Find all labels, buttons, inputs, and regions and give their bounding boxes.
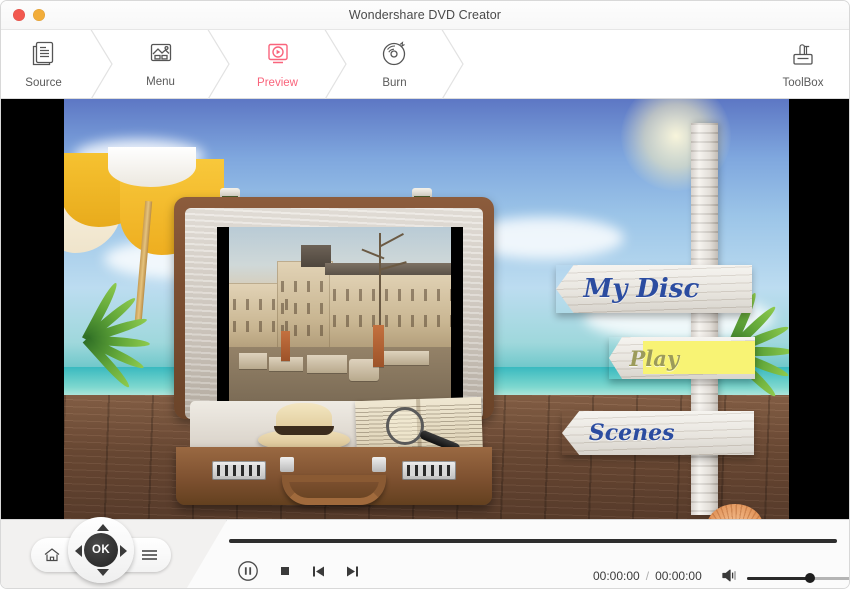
time-separator: / <box>645 569 650 583</box>
step-menu-label: Menu <box>146 76 175 88</box>
toolbox-label: ToolBox <box>782 76 824 89</box>
picture-icon <box>147 40 175 72</box>
window-controls <box>13 9 45 21</box>
straw-hat <box>258 403 350 451</box>
stop-icon[interactable] <box>278 564 292 578</box>
down-arrow-icon[interactable] <box>97 569 109 576</box>
step-toolbar: Source Menu Preview Burn ToolBox <box>1 30 849 99</box>
menu-item-play[interactable]: Play <box>609 337 755 379</box>
disc-icon <box>380 39 409 73</box>
suitcase-front <box>176 447 492 505</box>
suitcase-latch <box>212 461 266 480</box>
menu-item-scenes[interactable]: Scenes <box>562 411 754 455</box>
home-icon[interactable] <box>43 547 61 563</box>
step-separator <box>203 30 235 99</box>
preview-stage[interactable]: My Disc Play Scenes <box>1 99 849 519</box>
step-list: Source Menu Preview Burn <box>1 30 849 99</box>
step-burn-label: Burn <box>382 77 407 89</box>
volume-control[interactable] <box>721 568 849 588</box>
suitcase-base <box>176 396 492 505</box>
pause-icon[interactable] <box>237 560 259 582</box>
step-separator <box>86 30 118 99</box>
window-title: Wondershare DVD Creator <box>348 8 502 22</box>
speaker-icon[interactable] <box>721 568 738 588</box>
title-bar: Wondershare DVD Creator <box>1 1 849 30</box>
transport-controls <box>237 560 360 582</box>
time-display: 00:00:00 / 00:00:00 <box>593 569 702 583</box>
preview-screen-icon <box>264 40 292 73</box>
previous-track-icon[interactable] <box>311 564 326 579</box>
step-burn[interactable]: Burn <box>352 30 437 98</box>
video-frame-image <box>229 227 451 401</box>
menu-item-scenes-label: Scenes <box>588 420 675 446</box>
step-source-label: Source <box>25 77 62 89</box>
app-window: Wondershare DVD Creator Source Menu Prev… <box>0 0 850 589</box>
step-menu[interactable]: Menu <box>118 30 203 98</box>
volume-slider[interactable] <box>747 573 849 583</box>
next-track-icon[interactable] <box>345 564 360 579</box>
menu-item-title-label: My Disc <box>583 274 700 304</box>
step-preview[interactable]: Preview <box>235 30 320 98</box>
step-separator <box>320 30 352 99</box>
volume-fill <box>747 576 810 580</box>
ok-button[interactable]: OK <box>84 533 118 567</box>
menu-item-title[interactable]: My Disc <box>556 265 752 313</box>
suitcase-latch <box>402 461 456 480</box>
video-preview[interactable] <box>217 227 463 401</box>
documents-icon <box>30 39 57 73</box>
step-separator <box>437 30 469 99</box>
menu-item-play-label: Play <box>629 345 680 371</box>
hamburger-menu-icon[interactable] <box>140 548 159 562</box>
dvd-menu-canvas[interactable]: My Disc Play Scenes <box>64 99 789 519</box>
up-arrow-icon[interactable] <box>97 524 109 531</box>
dpad-control[interactable]: OK <box>68 517 134 583</box>
palm-frond-left <box>82 280 176 427</box>
signpost <box>691 123 718 515</box>
step-preview-label: Preview <box>257 76 298 89</box>
suitcase-lid-lining <box>185 208 483 419</box>
suitcase <box>174 188 494 505</box>
minimize-button[interactable] <box>33 9 45 21</box>
toolbox-button[interactable]: ToolBox <box>763 30 843 98</box>
right-arrow-icon[interactable] <box>120 545 127 557</box>
left-arrow-icon[interactable] <box>75 545 82 557</box>
close-button[interactable] <box>13 9 25 21</box>
suitcase-handle <box>282 475 386 505</box>
total-time: 00:00:00 <box>655 569 702 583</box>
suitcase-lid <box>174 197 494 419</box>
toolbox-icon <box>789 40 817 73</box>
current-time: 00:00:00 <box>593 569 640 583</box>
seek-track <box>229 539 837 543</box>
magnifying-glass-icon <box>386 407 424 445</box>
volume-knob[interactable] <box>805 573 815 583</box>
step-source[interactable]: Source <box>1 30 86 98</box>
seek-bar[interactable] <box>229 539 837 543</box>
